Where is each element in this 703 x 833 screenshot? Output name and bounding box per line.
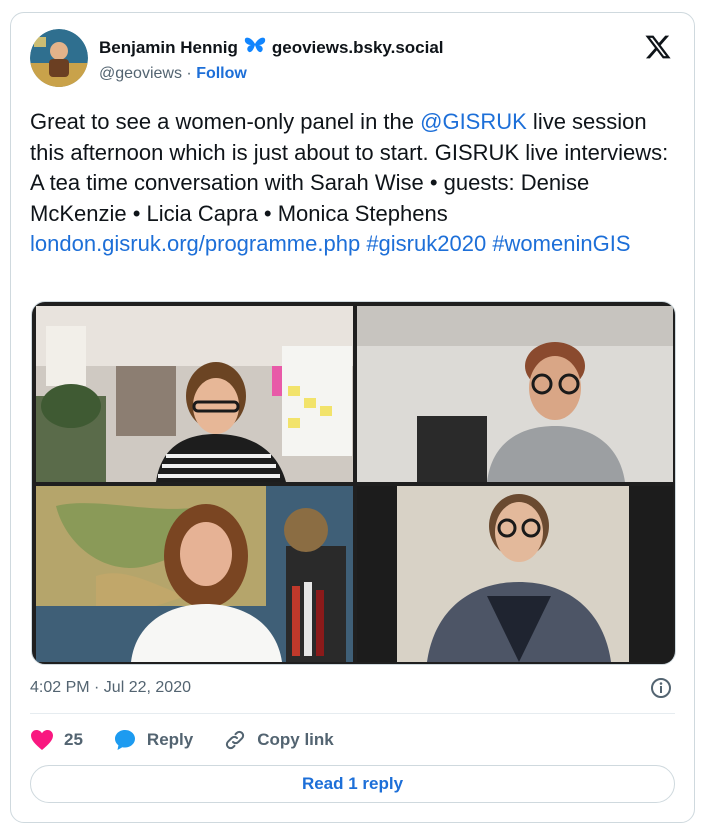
like-count: 25 — [64, 730, 83, 749]
x-logo-icon[interactable] — [644, 33, 672, 61]
author-display-name[interactable]: Benjamin Hennig — [99, 38, 238, 58]
author-handle-domain[interactable]: geoviews.bsky.social — [272, 38, 444, 58]
heart-icon — [31, 730, 53, 750]
link-icon — [226, 730, 245, 750]
video-tile-3 — [36, 486, 353, 662]
author-sub-row: @geoviews · Follow — [99, 65, 247, 83]
mention-link[interactable]: @GISRUK — [420, 109, 527, 134]
speech-bubble-icon — [114, 730, 135, 750]
post-timestamp[interactable]: 4:02 PM · Jul 22, 2020 — [30, 679, 191, 697]
divider — [30, 713, 675, 714]
embedded-post-card: Benjamin Hennig geoviews.bsky.social @ge… — [10, 12, 695, 823]
read-replies-button[interactable]: Read 1 reply — [30, 765, 675, 803]
hashtag-link[interactable]: #gisruk2020 — [366, 231, 486, 256]
actions-row: 25 Reply Copy link — [30, 727, 364, 753]
reply-label: Reply — [146, 730, 194, 749]
info-icon[interactable] — [650, 677, 672, 699]
post-text: Great to see a women-only panel in the @… — [30, 107, 680, 260]
post-image[interactable] — [31, 301, 676, 665]
like-button[interactable]: 25 — [30, 729, 83, 751]
author-avatar[interactable] — [30, 29, 88, 87]
author-name-row: Benjamin Hennig geoviews.bsky.social — [99, 36, 444, 59]
reply-action[interactable]: Reply — [113, 728, 193, 752]
copy-link-label: Copy link — [257, 730, 334, 749]
url-link[interactable]: london.gisruk.org/programme.php — [30, 231, 360, 256]
author-handle[interactable]: @geoviews — [99, 65, 182, 82]
hashtag-link[interactable]: #womeninGIS — [492, 231, 630, 256]
separator-dot: · — [186, 65, 192, 82]
butterfly-icon — [244, 36, 266, 59]
video-tile-4 — [357, 486, 673, 662]
video-tile-1 — [36, 306, 353, 482]
video-tile-2 — [357, 306, 673, 482]
follow-button[interactable]: Follow — [196, 65, 247, 82]
text-segment: Great to see a women-only panel in the — [30, 109, 421, 134]
copy-link-action[interactable]: Copy link — [223, 728, 334, 752]
